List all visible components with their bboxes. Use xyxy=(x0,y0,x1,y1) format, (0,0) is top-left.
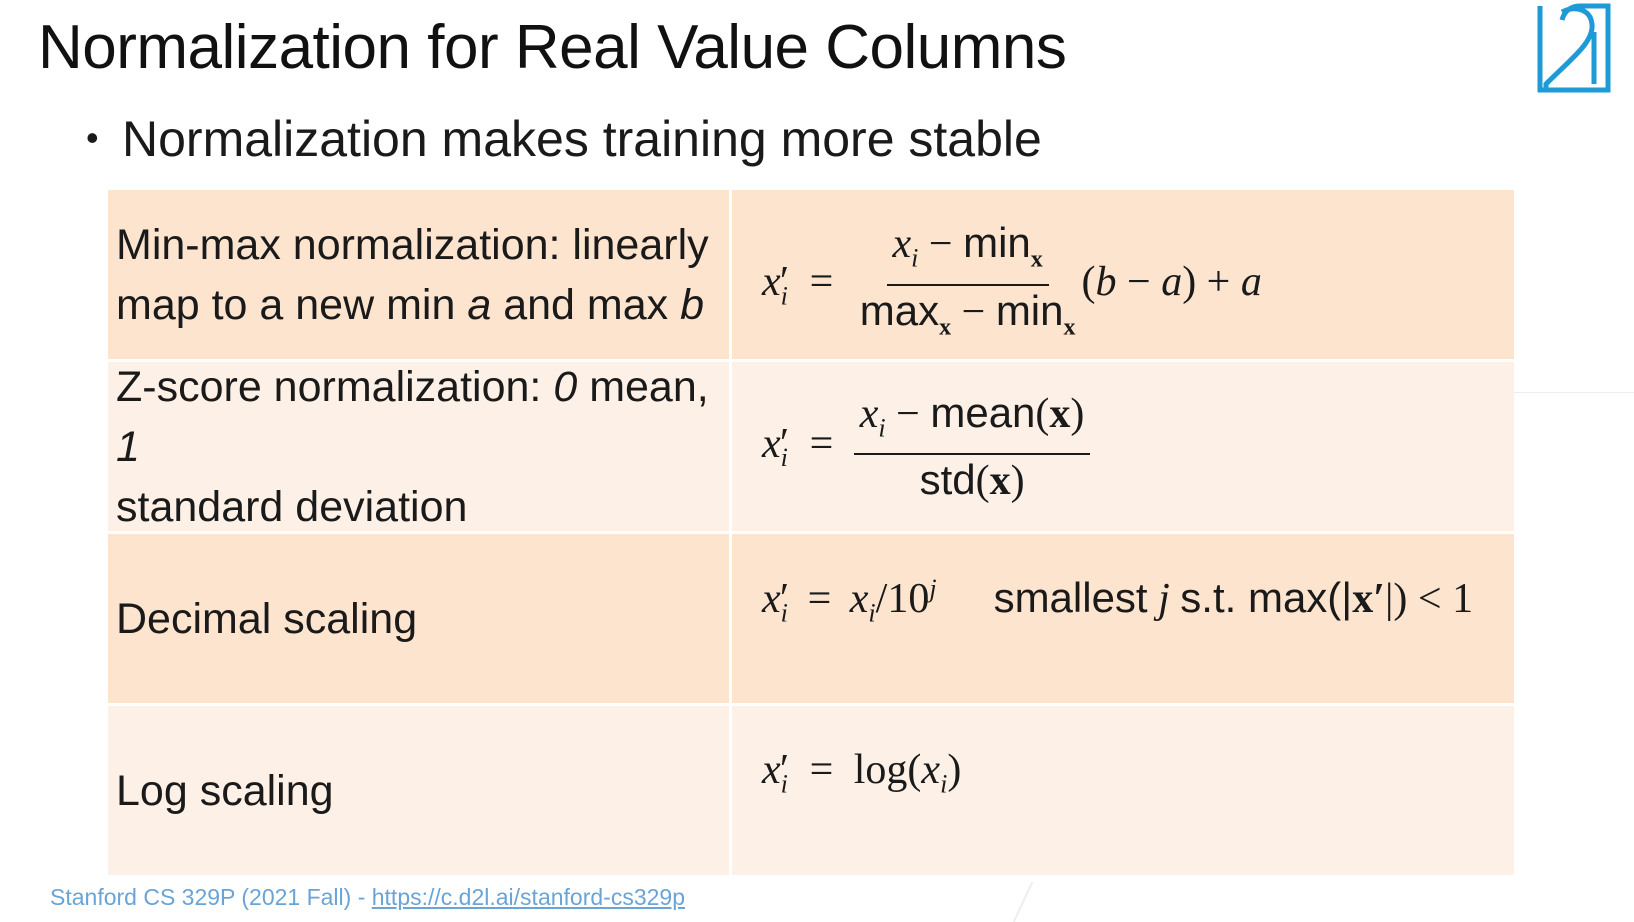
method-label: Z-score normalization: 0 mean, 1 standar… xyxy=(116,362,709,531)
formula-cell: xi′ = log(xi) xyxy=(732,706,1514,878)
z-score-formula: xi′ = xi − mean(x) std(x) xyxy=(762,388,1091,506)
method-label: Log scaling xyxy=(116,766,334,815)
min-max-formula: xi′ = xi − minx maxx − minx (b − a) + a xyxy=(762,219,1262,341)
footer-source: Stanford CS 329P (2021 Fall) - https://c… xyxy=(50,884,685,910)
method-cell: Log scaling xyxy=(108,706,732,878)
formula-cell: xi′ = xi/10j smallest j s.t. max(|x′|) <… xyxy=(732,534,1514,706)
decorative-line xyxy=(1514,392,1634,393)
normalization-table: Min-max normalization: linearly map to a… xyxy=(108,190,1514,878)
method-label: Min-max normalization: linearly map to a… xyxy=(116,220,709,329)
method-cell: Min-max normalization: linearly map to a… xyxy=(108,190,732,362)
formula-cell: xi′ = xi − mean(x) std(x) xyxy=(732,362,1514,534)
method-label: Decimal scaling xyxy=(116,594,418,643)
bullet-text: Normalization makes training more stable xyxy=(122,111,1042,167)
decorative-slash xyxy=(1012,881,1034,922)
table-row-z-score: Z-score normalization: 0 mean, 1 standar… xyxy=(108,362,1514,534)
footer-link[interactable]: https://c.d2l.ai/stanford-cs329p xyxy=(372,884,685,910)
bullet-item: • Normalization makes training more stabl… xyxy=(86,110,1042,168)
d2l-logo-icon xyxy=(1537,3,1611,93)
slide-title: Normalization for Real Value Columns xyxy=(38,13,1067,82)
formula-cell: xi′ = xi − minx maxx − minx (b − a) + a xyxy=(732,190,1514,362)
table-row-min-max: Min-max normalization: linearly map to a… xyxy=(108,190,1514,362)
log-scaling-formula: xi′ = log(xi) xyxy=(762,747,962,799)
method-cell: Z-score normalization: 0 mean, 1 standar… xyxy=(108,362,732,534)
bullet-dot: • xyxy=(86,117,99,158)
decimal-scaling-formula: xi′ = xi/10j smallest j s.t. max(|x′|) <… xyxy=(762,574,1474,628)
method-cell: Decimal scaling xyxy=(108,534,732,706)
table-row-decimal-scaling: Decimal scaling xi′ = xi/10j smallest j … xyxy=(108,534,1514,706)
table-row-log-scaling: Log scaling xi′ = log(xi) xyxy=(108,706,1514,878)
